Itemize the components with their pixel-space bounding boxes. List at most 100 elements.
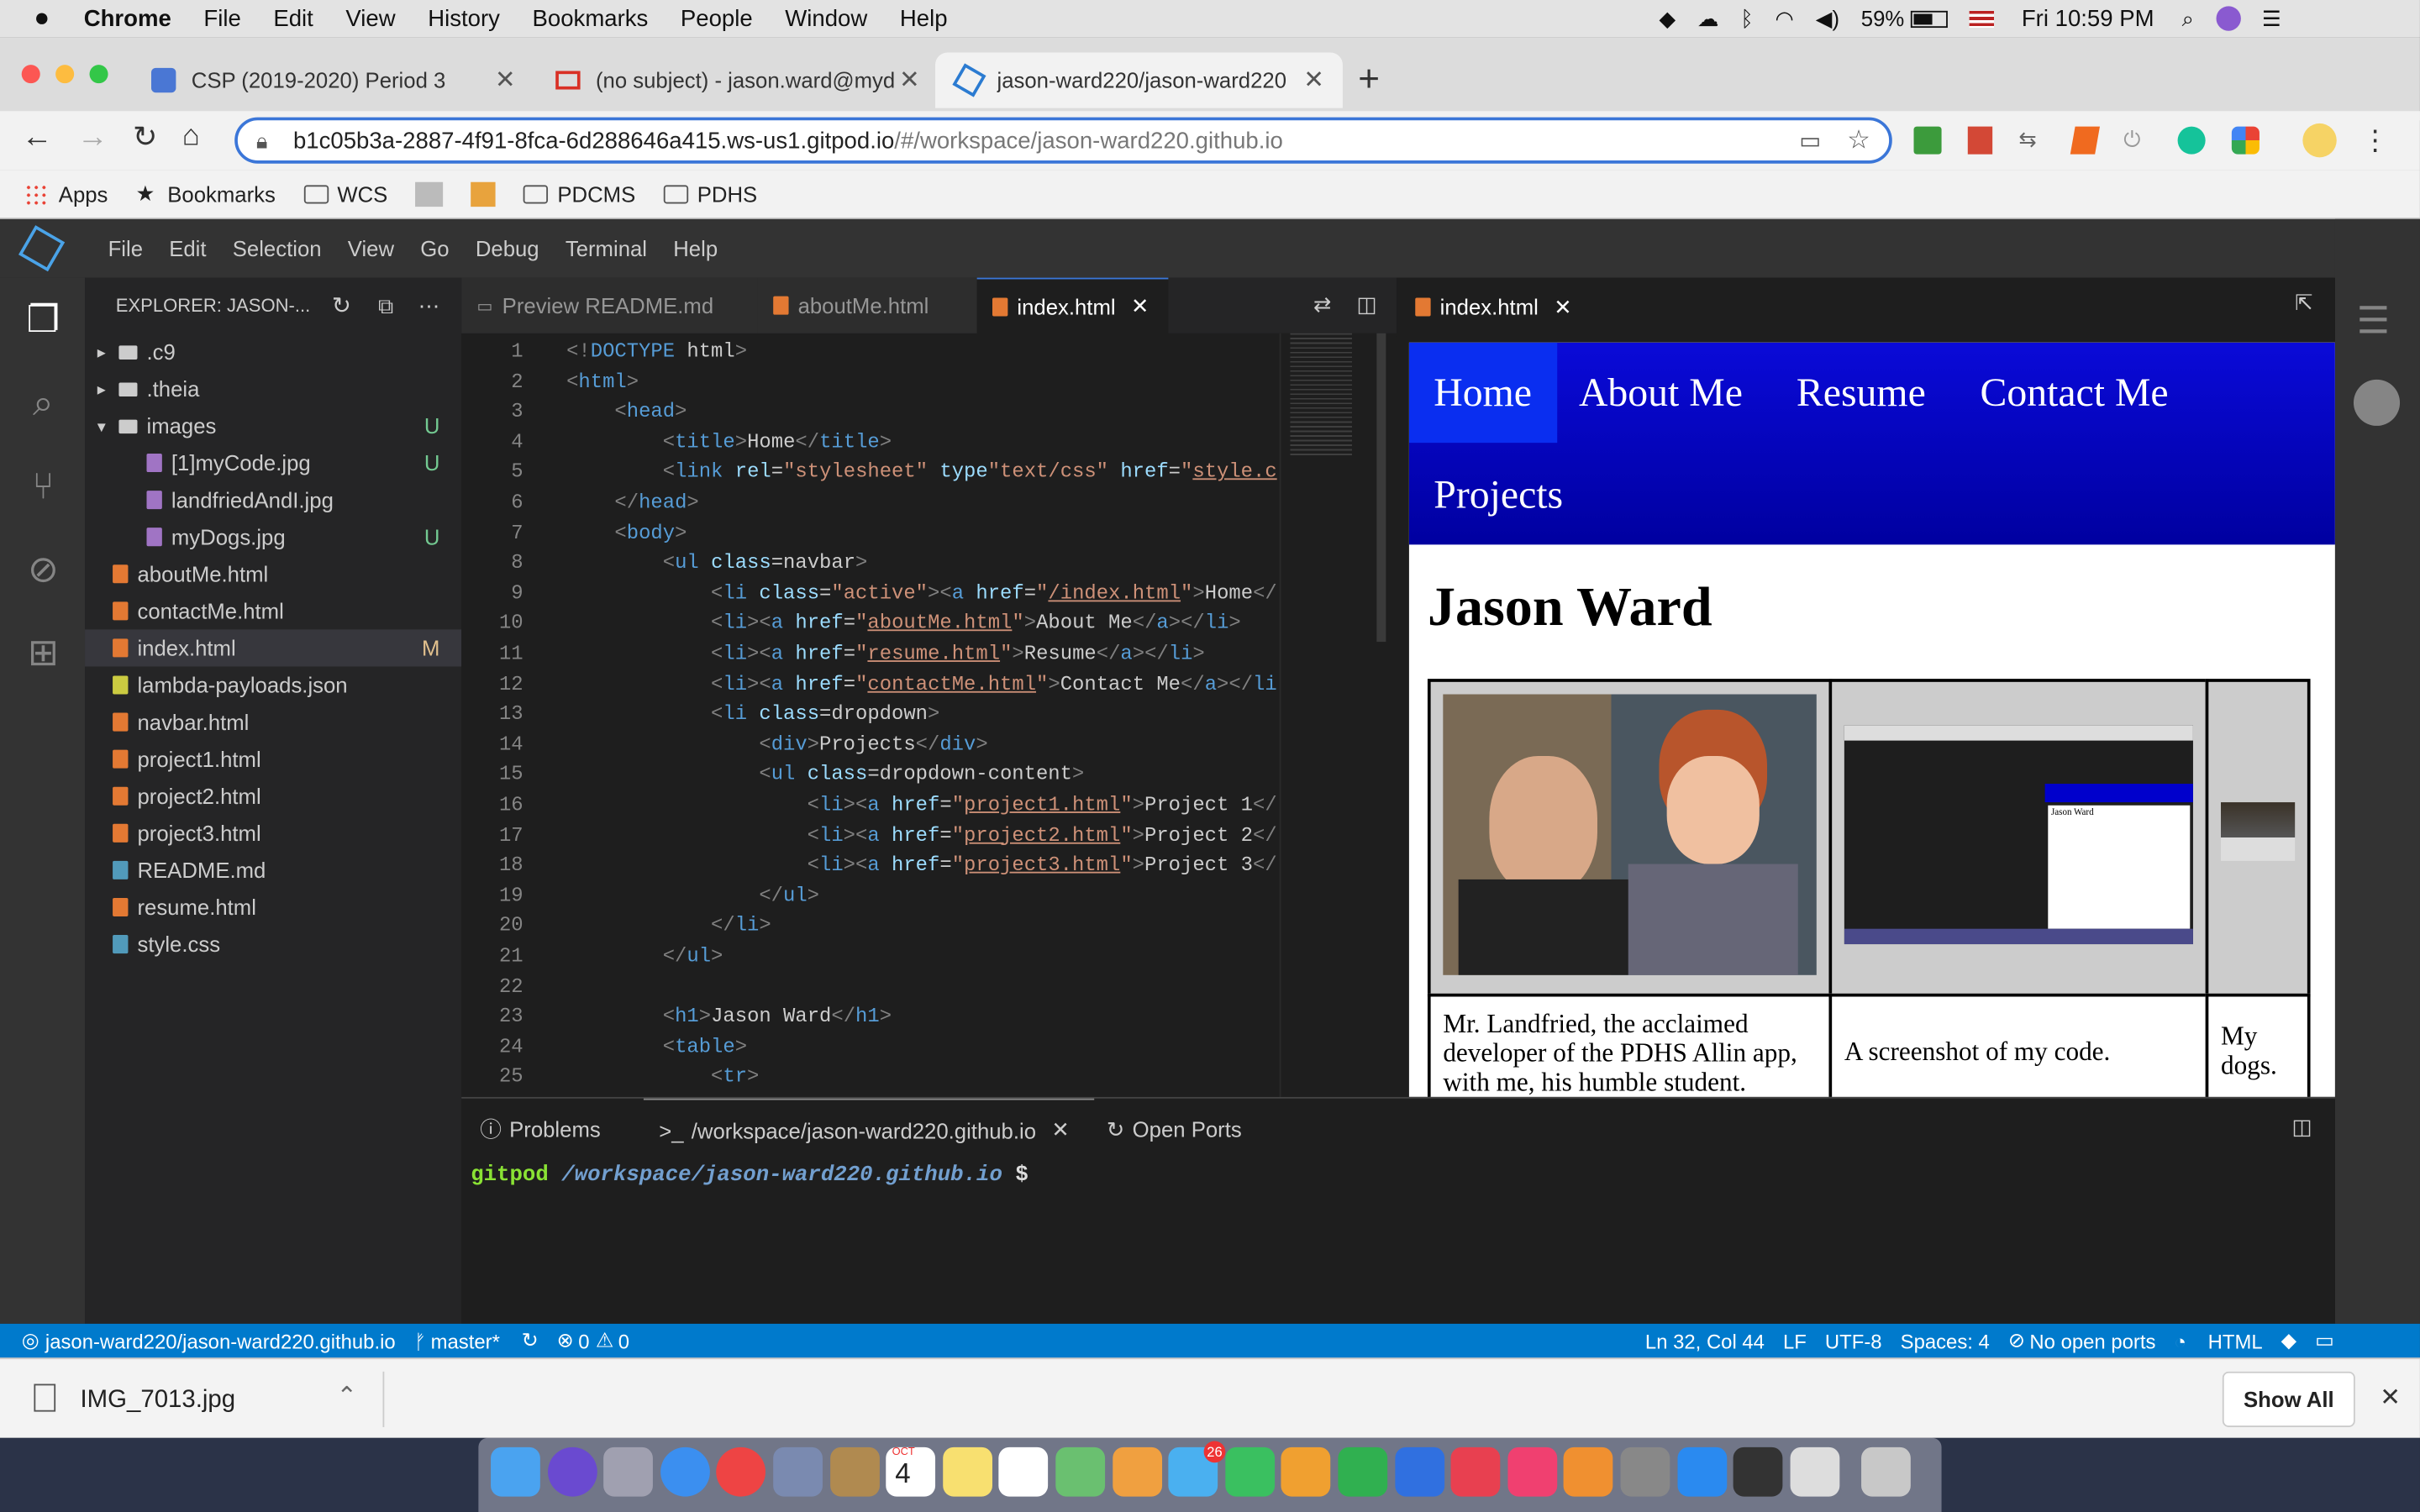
status-eol[interactable]: LF bbox=[1783, 1329, 1807, 1352]
profile-avatar-icon[interactable] bbox=[2302, 123, 2337, 158]
extension-classroom-icon[interactable] bbox=[1913, 126, 1942, 155]
status-errors[interactable]: 0 bbox=[578, 1329, 589, 1352]
browser-tab-gmail[interactable]: (no subject) - jason.ward@myd ✕ bbox=[534, 52, 938, 108]
maps-icon[interactable] bbox=[1055, 1446, 1106, 1497]
search-icon[interactable]: ⌕ bbox=[22, 383, 65, 426]
safari-icon[interactable] bbox=[660, 1446, 710, 1497]
finder-icon[interactable] bbox=[491, 1446, 540, 1497]
ide-menu-file[interactable]: File bbox=[108, 236, 143, 260]
file-tree-item[interactable]: project1.html bbox=[85, 741, 461, 778]
panel-tab-terminal[interactable]: >_ /workspace/jason-ward220.github.io ✕ bbox=[643, 1098, 1095, 1160]
bluetooth-icon[interactable]: ᛒ bbox=[1740, 6, 1753, 30]
nav-link-resume[interactable]: Resume bbox=[1772, 343, 1951, 443]
ide-menu-view[interactable]: View bbox=[348, 236, 394, 260]
file-tree-item[interactable]: navbar.html bbox=[85, 704, 461, 741]
battery-icon[interactable] bbox=[1910, 9, 1948, 28]
mac-menu-edit[interactable]: Edit bbox=[273, 5, 313, 31]
grammarly-icon[interactable] bbox=[2177, 126, 2206, 155]
nav-link-home[interactable]: Home bbox=[1408, 342, 1557, 444]
pages-icon[interactable] bbox=[1281, 1446, 1331, 1497]
flag-icon[interactable] bbox=[1969, 9, 1994, 28]
show-all-button[interactable]: Show All bbox=[2222, 1371, 2355, 1427]
file-tree-item[interactable]: project3.html bbox=[85, 815, 461, 852]
source-control-icon[interactable]: ⑂ bbox=[22, 466, 65, 509]
news-icon[interactable] bbox=[1450, 1446, 1501, 1497]
trash-icon[interactable] bbox=[1861, 1446, 1912, 1497]
browser-tab-gitpod[interactable]: jason-ward220/jason-ward220 ✕ bbox=[935, 52, 1343, 108]
reload-icon[interactable]: ↻ bbox=[133, 120, 157, 155]
activity-monitor-icon[interactable] bbox=[1733, 1446, 1783, 1497]
maximize-panel-icon[interactable]: ◫ bbox=[2291, 1114, 2312, 1140]
preview-tab[interactable]: index.html ✕ bbox=[1397, 277, 1588, 337]
gitpod-logo-icon[interactable] bbox=[18, 225, 66, 272]
mac-menu-help[interactable]: Help bbox=[900, 5, 948, 31]
close-tab-icon[interactable]: ✕ bbox=[495, 65, 516, 96]
status-spaces[interactable]: Spaces: 4 bbox=[1901, 1329, 1990, 1352]
close-tab-icon[interactable]: ✕ bbox=[1131, 293, 1150, 319]
open-in-browser-icon[interactable]: ⇱ bbox=[2295, 290, 2313, 316]
close-download-shelf-button[interactable]: ✕ bbox=[2380, 1383, 2401, 1414]
bookmark-image[interactable] bbox=[471, 181, 496, 207]
wifi-icon[interactable]: ◠ bbox=[1776, 5, 1794, 31]
window-minimize-button[interactable] bbox=[55, 65, 75, 84]
cast-icon[interactable]: ▭ bbox=[1799, 127, 1821, 154]
status-repo[interactable]: jason-ward220/jason-ward220.github.io bbox=[45, 1329, 396, 1352]
split-editor-icon[interactable]: ◫ bbox=[1356, 291, 1376, 318]
file-tree-item[interactable]: aboutMe.html bbox=[85, 555, 461, 592]
status-language[interactable]: HTML bbox=[2208, 1329, 2263, 1352]
outline-icon[interactable]: ☰ bbox=[2357, 299, 2391, 344]
file-tree-item[interactable]: README.md bbox=[85, 852, 461, 889]
archive-icon[interactable] bbox=[829, 1446, 880, 1497]
close-tab-icon[interactable]: ✕ bbox=[899, 65, 920, 96]
close-tab-icon[interactable]: ✕ bbox=[1051, 1117, 1070, 1143]
keynote-icon[interactable] bbox=[1394, 1446, 1444, 1497]
file-tree-item[interactable]: index.html M bbox=[85, 629, 462, 667]
mac-menu-bookmarks[interactable]: Bookmarks bbox=[533, 5, 649, 31]
extension-arrows-icon[interactable]: ⇆ bbox=[2018, 127, 2046, 155]
status-branch[interactable]: master* bbox=[431, 1329, 500, 1352]
mac-menu-view[interactable]: View bbox=[345, 5, 395, 31]
status-ports[interactable]: No open ports bbox=[2029, 1329, 2155, 1352]
launchpad-icon[interactable] bbox=[603, 1446, 654, 1497]
ide-menu-selection[interactable]: Selection bbox=[233, 236, 322, 260]
status-encoding[interactable]: UTF-8 bbox=[1825, 1329, 1882, 1352]
reminders-icon[interactable] bbox=[999, 1446, 1049, 1497]
editor-tab-index[interactable]: index.html ✕ bbox=[976, 277, 1169, 333]
file-tree-item[interactable]: ▸ .c9 bbox=[85, 333, 461, 370]
notes-icon[interactable] bbox=[942, 1446, 992, 1497]
chrome-icon[interactable] bbox=[716, 1446, 766, 1497]
forward-icon[interactable]: → bbox=[77, 120, 108, 155]
bookmark-bookmarks[interactable]: ★ Bookmarks bbox=[135, 181, 275, 207]
bookmark-wcs[interactable]: WCS bbox=[302, 181, 387, 206]
mac-menu-people[interactable]: People bbox=[681, 5, 753, 31]
file-tree-item[interactable]: myDogs.jpg U bbox=[85, 518, 461, 555]
file-tree-item[interactable]: landfriedAndI.jpg bbox=[85, 481, 461, 518]
bookmark-pdcms[interactable]: PDCMS bbox=[523, 181, 635, 206]
open-changes-icon[interactable]: ⇄ bbox=[1313, 291, 1332, 318]
siri-icon[interactable] bbox=[547, 1446, 597, 1497]
facetime-icon[interactable] bbox=[1224, 1446, 1275, 1497]
nav-link-about[interactable]: About Me bbox=[1555, 343, 1768, 443]
file-tree-item[interactable]: contactMe.html bbox=[85, 592, 461, 629]
ide-menu-help[interactable]: Help bbox=[673, 236, 718, 260]
menubar-clock[interactable]: Fri 10:59 PM bbox=[2022, 5, 2154, 31]
dropbox-icon[interactable]: ◆ bbox=[1659, 5, 1676, 31]
chrome-menu-icon[interactable]: ⋮ bbox=[2361, 124, 2389, 157]
music-icon[interactable] bbox=[1507, 1446, 1557, 1497]
textedit-icon[interactable] bbox=[1790, 1446, 1839, 1497]
close-tab-icon[interactable]: ✕ bbox=[1303, 65, 1324, 96]
ide-menu-terminal[interactable]: Terminal bbox=[566, 236, 647, 260]
debug-icon[interactable]: ⊘ bbox=[22, 549, 65, 592]
mac-menu-history[interactable]: History bbox=[428, 5, 500, 31]
apple-menu-icon[interactable]: ● bbox=[34, 3, 50, 34]
volume-icon[interactable]: ◀) bbox=[1816, 5, 1839, 31]
extension-grid-icon[interactable] bbox=[2231, 126, 2260, 155]
status-warnings[interactable]: 0 bbox=[618, 1329, 629, 1352]
bookmark-rl[interactable] bbox=[415, 181, 444, 207]
new-tab-button[interactable]: + bbox=[1358, 59, 1380, 102]
file-tree-item[interactable]: project2.html bbox=[85, 778, 461, 815]
cloud-upload-icon[interactable]: ☁ bbox=[1697, 5, 1719, 31]
file-tree-item[interactable]: [1]myCode.jpg U bbox=[85, 444, 461, 481]
bookmark-pdhs[interactable]: PDHS bbox=[663, 181, 757, 206]
mac-menu-file[interactable]: File bbox=[203, 5, 240, 31]
